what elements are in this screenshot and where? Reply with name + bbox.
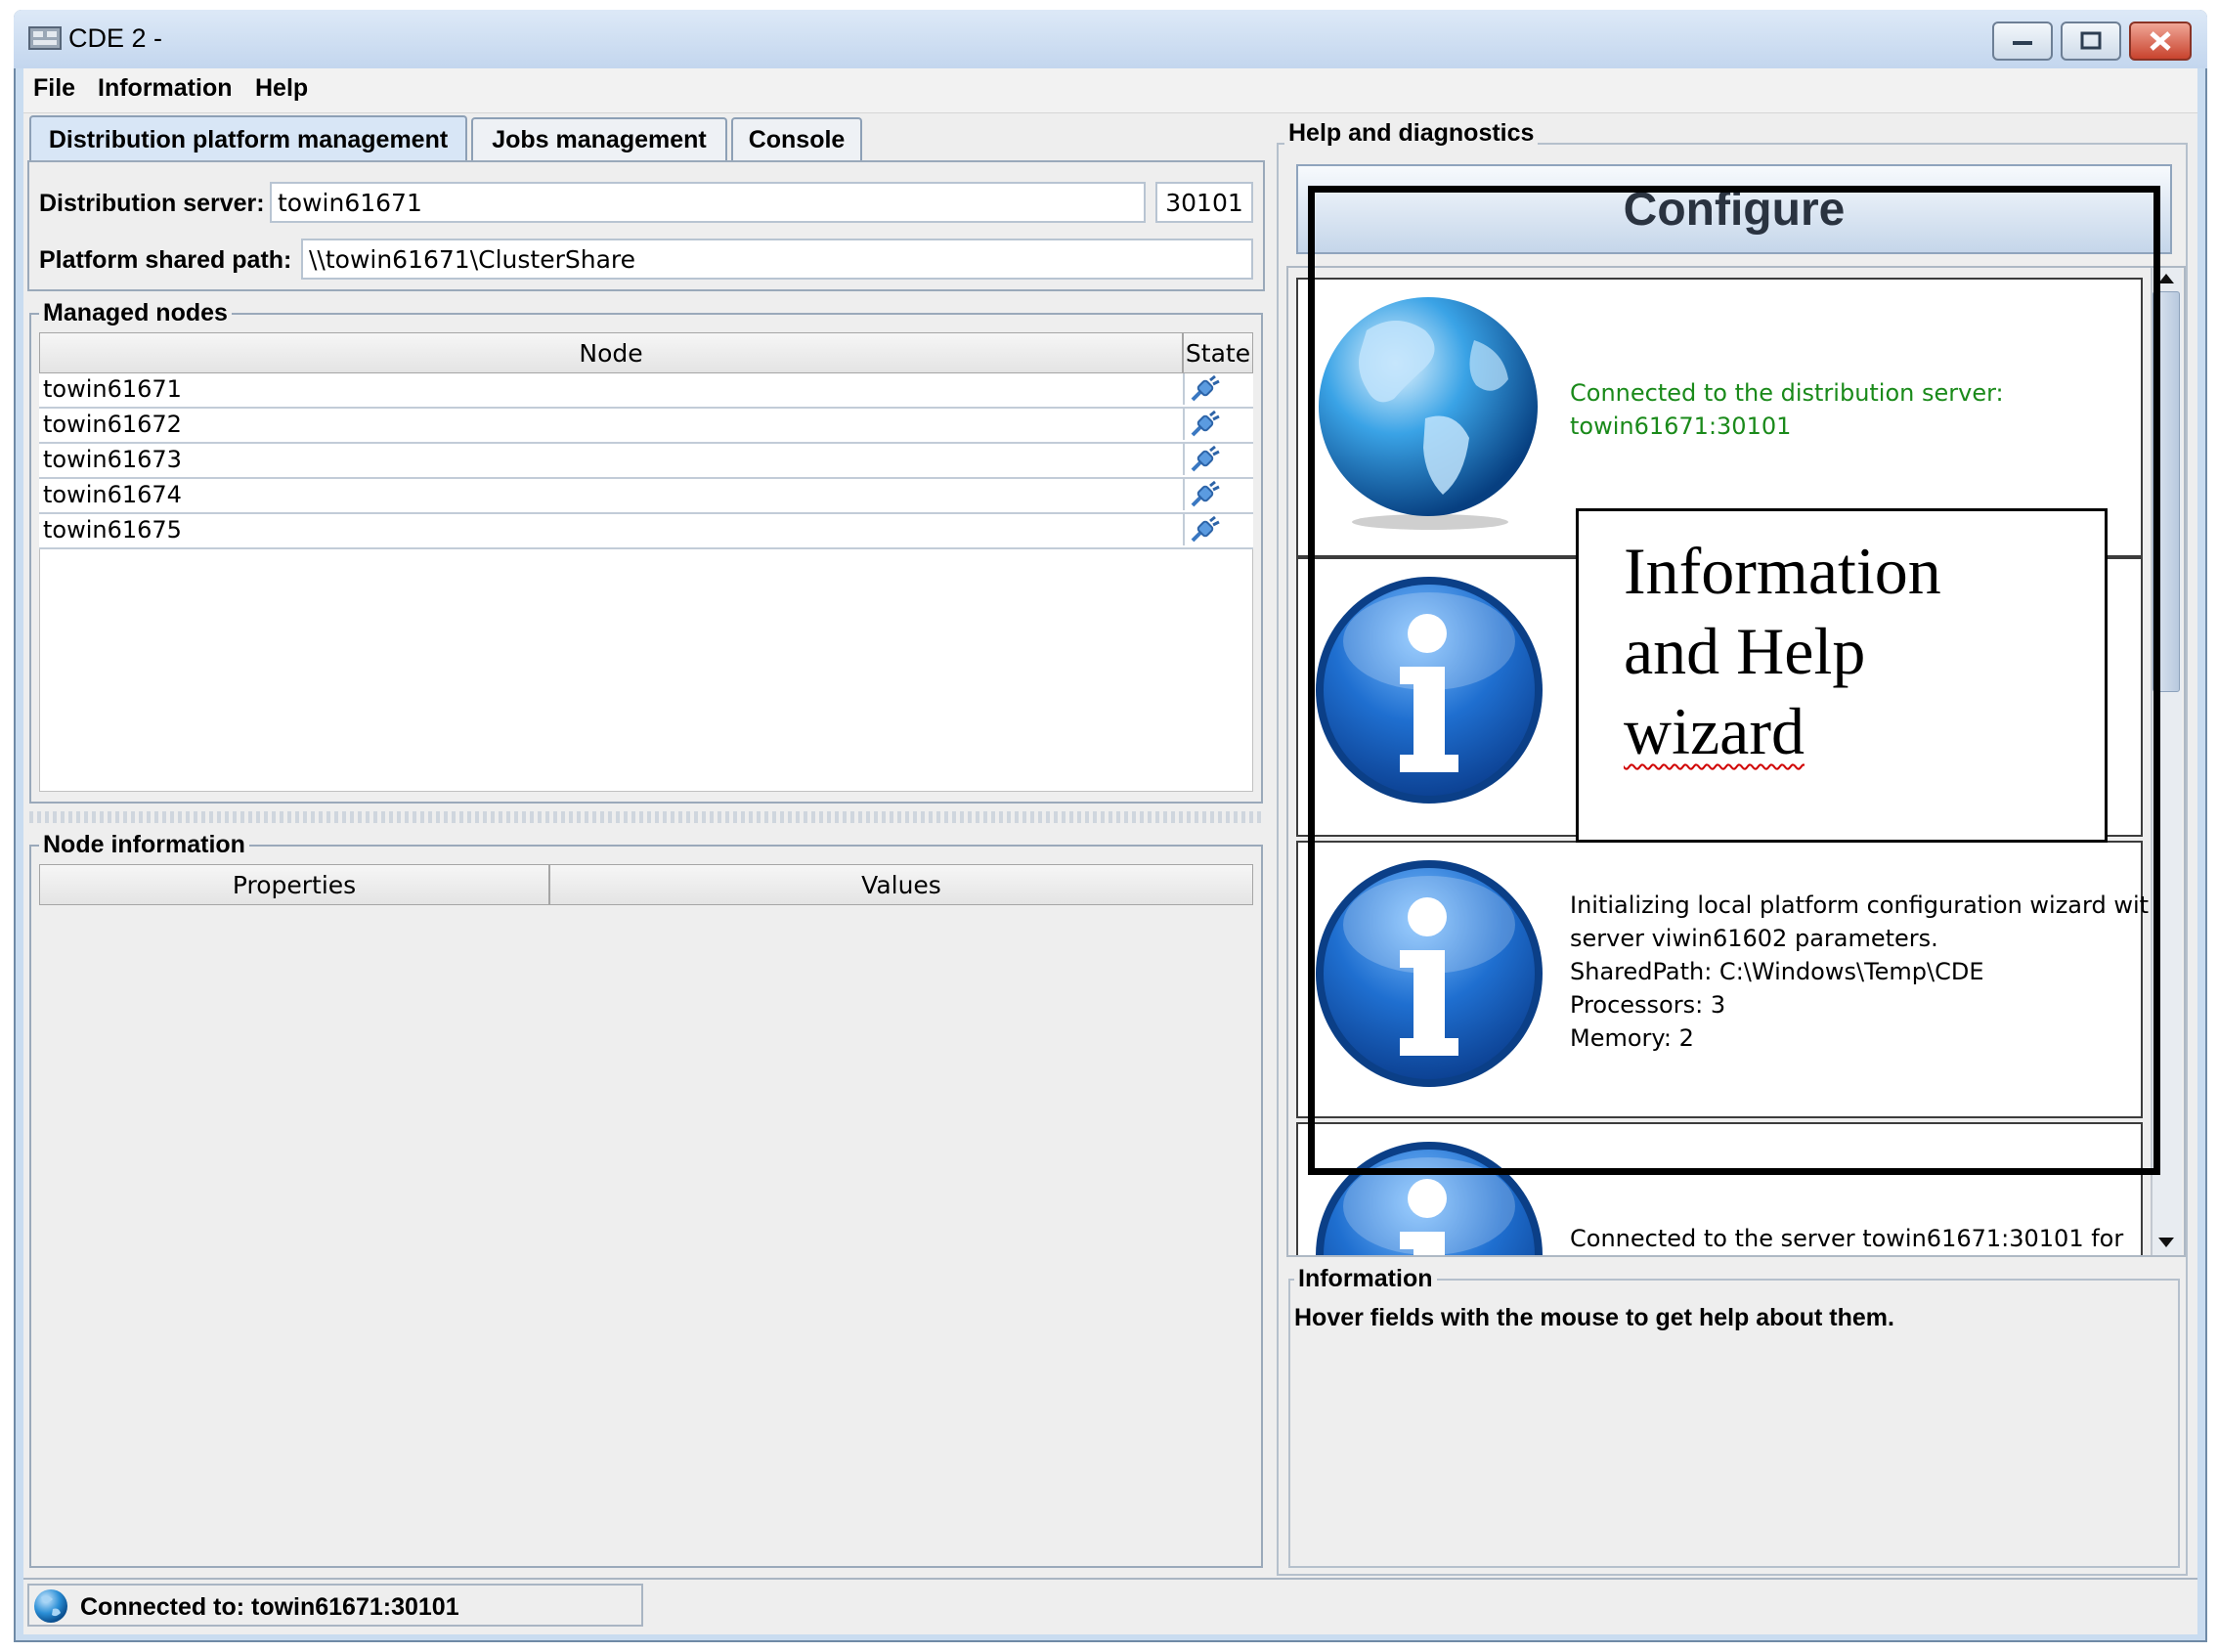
table-row[interactable]: towin61672 (39, 409, 1253, 444)
shared-path-input[interactable]: \\towin61671\ClusterShare (301, 239, 1253, 280)
annotation-line: and Help (1624, 614, 1866, 688)
node-name: towin61674 (43, 481, 182, 508)
column-header-node[interactable]: Node (39, 332, 1183, 373)
menu-information[interactable]: Information (98, 74, 233, 103)
node-name: towin61675 (43, 516, 182, 543)
minimize-icon (2013, 41, 2032, 45)
column-header-values[interactable]: Values (549, 864, 1253, 905)
status-text: Connected to: towin61671:30101 (80, 1593, 459, 1621)
shared-path-label: Platform shared path: (39, 246, 292, 274)
globe-icon (34, 1589, 67, 1623)
node-state-cell (1183, 373, 1253, 405)
maximize-button[interactable] (2061, 22, 2121, 61)
message-text: Connected to the server towin61671:30101… (1570, 1222, 2137, 1255)
table-row[interactable]: towin61671 (39, 373, 1253, 409)
node-name: towin61671 (43, 375, 182, 403)
tab-distribution-platform[interactable]: Distribution platform management (29, 115, 467, 162)
server-port-input[interactable]: 30101 (1155, 182, 1253, 223)
app-icon (28, 26, 62, 50)
distribution-server-label: Distribution server: (39, 190, 265, 217)
menu-bar (23, 68, 2197, 113)
information-title: Information (1294, 1265, 1437, 1293)
node-state-cell (1183, 479, 1253, 510)
connection-plug-icon (1191, 374, 1220, 402)
connection-plug-icon (1191, 445, 1220, 472)
message-line: Connected to the server towin61671:30101… (1570, 1225, 2124, 1252)
managed-nodes-title: Managed nodes (39, 299, 232, 327)
column-header-state[interactable]: State (1183, 332, 1253, 373)
close-icon (2150, 31, 2171, 51)
node-name: towin61672 (43, 411, 182, 438)
connection-plug-icon (1191, 515, 1220, 543)
title-bar[interactable] (14, 10, 2207, 68)
node-state-cell (1183, 444, 1253, 475)
scroll-down-arrow-icon[interactable] (2154, 1234, 2178, 1251)
information-text: Hover fields with the mouse to get help … (1294, 1304, 1894, 1331)
column-header-properties[interactable]: Properties (39, 864, 549, 905)
close-button[interactable] (2129, 22, 2192, 61)
node-name: towin61673 (43, 446, 182, 473)
node-information-title: Node information (39, 831, 249, 859)
connection-plug-icon (1191, 480, 1220, 507)
annotation-line: Information (1624, 534, 1941, 608)
table-row[interactable]: towin61675 (39, 514, 1253, 549)
tab-jobs-management[interactable]: Jobs management (471, 117, 727, 160)
tab-console[interactable]: Console (731, 117, 862, 160)
menu-help[interactable]: Help (255, 74, 308, 103)
maximize-icon (2080, 31, 2102, 50)
distribution-server-input[interactable]: towin61671 (270, 182, 1146, 223)
panel-splitter[interactable] (29, 811, 1265, 823)
minimize-button[interactable] (1992, 22, 2053, 61)
annotation-line: wizard (1624, 694, 1805, 768)
window-title: CDE 2 - (68, 23, 163, 53)
node-information-panel (29, 845, 1263, 1568)
annotation-callout: Information and Help wizard (1576, 508, 2108, 843)
table-row[interactable]: towin61673 (39, 444, 1253, 479)
node-state-cell (1183, 409, 1253, 440)
node-rows: towin61671 towin61672 towin61673 towin61674… (39, 373, 1253, 549)
table-row[interactable]: towin61674 (39, 479, 1253, 514)
help-diagnostics-title: Help and diagnostics (1284, 119, 1539, 148)
connection-plug-icon (1191, 410, 1220, 437)
node-state-cell (1183, 514, 1253, 545)
menu-file[interactable]: File (33, 74, 75, 103)
